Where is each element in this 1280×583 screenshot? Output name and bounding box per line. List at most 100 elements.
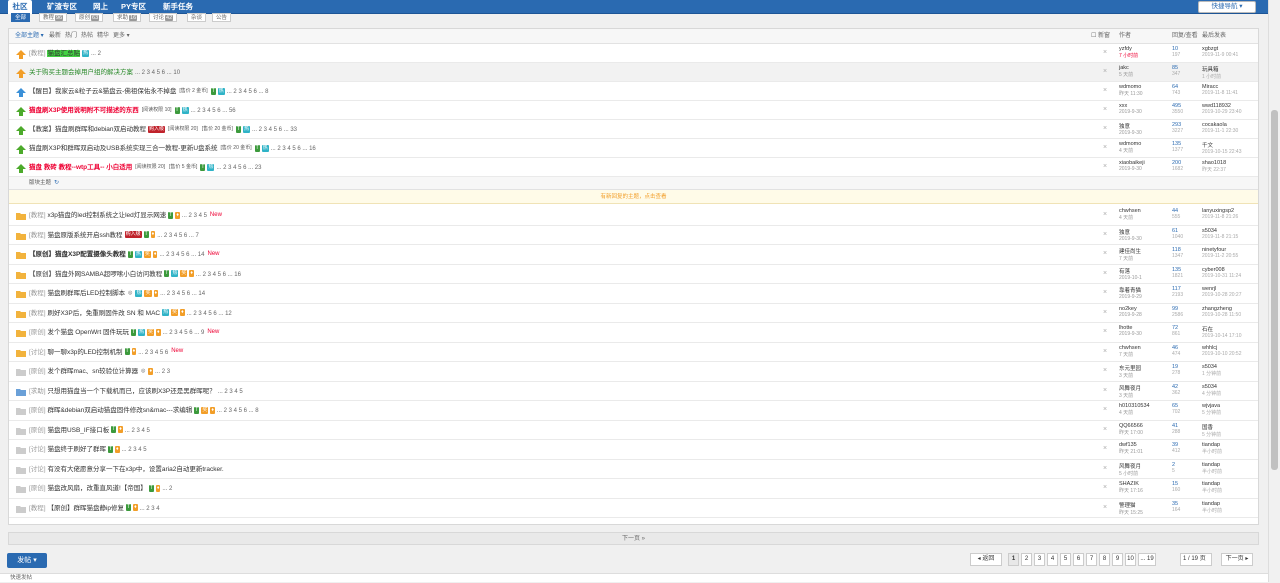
last-post-date[interactable]: 半小时前 bbox=[1202, 468, 1222, 475]
thread-title-link[interactable]: 猫盘汇总贴 bbox=[47, 50, 80, 57]
last-post-date[interactable]: 2019-10-14 17:10 bbox=[1202, 333, 1241, 339]
page-scrollbar[interactable] bbox=[1268, 0, 1280, 582]
dismiss-icon[interactable]: × bbox=[1103, 289, 1107, 296]
thread-title-link[interactable]: 发个猫盘 OpenWrt 固件玩玩 bbox=[47, 329, 129, 336]
last-post-date[interactable]: 4 分钟前 bbox=[1202, 390, 1221, 397]
thread-pages-links[interactable]: ... 2 bbox=[162, 486, 172, 492]
author-name-link[interactable]: 风舞夜月 bbox=[1119, 462, 1141, 470]
page-number-link[interactable]: 9 bbox=[1112, 553, 1123, 566]
next-page-bar[interactable]: 下一页 » bbox=[8, 532, 1259, 545]
new-window-checkbox[interactable]: ☐ 新窗 bbox=[1091, 29, 1110, 44]
nav-item-online[interactable]: 网上 bbox=[93, 0, 108, 14]
nav-item-mining[interactable]: 矿渣专区 bbox=[47, 0, 77, 14]
page-number-link[interactable]: 4 bbox=[1047, 553, 1058, 566]
last-post-date[interactable]: 2019-10-28 20:27 bbox=[1202, 292, 1241, 298]
quick-nav-button[interactable]: 快捷导航 ▾ bbox=[1198, 1, 1256, 13]
author-name-link[interactable]: 靠着青猫 bbox=[1119, 286, 1142, 294]
thread-category[interactable]: [教程] bbox=[29, 50, 46, 57]
tab-tutorial[interactable]: 教程 96 bbox=[39, 13, 68, 22]
thread-title-link[interactable]: 刷好X3P后，免重刷固件改 SN 和 MAC bbox=[47, 310, 160, 317]
thread-title-link[interactable]: 猫盘终于刷好了群晖 bbox=[47, 446, 106, 453]
page-number-link[interactable]: 5 bbox=[1060, 553, 1071, 566]
author-name-link[interactable]: 警理猫 bbox=[1119, 501, 1143, 509]
page-number-link[interactable]: 2 bbox=[1021, 553, 1032, 566]
dismiss-icon[interactable]: × bbox=[1103, 328, 1107, 335]
last-poster-link[interactable]: tiandap bbox=[1202, 501, 1222, 507]
thread-category[interactable]: [求助] bbox=[29, 388, 46, 395]
filter-hot[interactable]: 热门 bbox=[65, 29, 77, 44]
last-post-date[interactable]: 2019-10-31 11:24 bbox=[1202, 273, 1241, 279]
thread-pages-links[interactable]: ... 2 3 4 5 6 ... 8 bbox=[217, 408, 259, 414]
last-post-date[interactable]: 2019-10-28 11:50 bbox=[1202, 312, 1241, 318]
page-number-link[interactable]: 1 bbox=[1008, 553, 1019, 566]
dismiss-icon[interactable]: × bbox=[1103, 87, 1107, 94]
last-post-date[interactable]: 2019-11-8 21:15 bbox=[1202, 234, 1238, 240]
page-jump-input[interactable]: 1 / 19 页 bbox=[1180, 553, 1212, 566]
thread-title-link[interactable]: 有没有大佬愿意分享一下在x3p中，设置aria2自动更新tracker. bbox=[47, 466, 223, 473]
last-post-date[interactable]: 2019-11-2 20:55 bbox=[1202, 253, 1238, 259]
dismiss-icon[interactable]: × bbox=[1103, 465, 1107, 472]
thread-title-link[interactable]: 群晖&debian双启动猫盘固件修改sn&mac---求编辑 bbox=[47, 407, 192, 414]
thread-pages-links[interactable]: ... 2 3 4 5 6 ... 8 bbox=[227, 89, 269, 95]
thread-title-link[interactable]: 猫盘刷X3P使用说明附不可描述的东西 bbox=[29, 107, 139, 114]
dismiss-icon[interactable]: × bbox=[1103, 406, 1107, 413]
page-number-link[interactable]: 8 bbox=[1099, 553, 1110, 566]
last-poster-link[interactable]: 国香 bbox=[1202, 423, 1221, 431]
last-post-date[interactable]: 2019-11-1 22:30 bbox=[1202, 128, 1238, 134]
thread-category[interactable]: [讨论] bbox=[29, 466, 46, 473]
thread-category[interactable]: [原创] bbox=[29, 329, 46, 336]
thread-pages-links[interactable]: ... 2 3 4 5 6 ... 10 bbox=[135, 70, 180, 76]
thread-title-link[interactable]: 【原创】群晖猫盘静ip修复 bbox=[47, 505, 124, 512]
last-post-date[interactable]: 2019-10-15 22:43 bbox=[1202, 149, 1241, 155]
author-name-link[interactable]: 独意 bbox=[1119, 122, 1142, 130]
thread-title-link[interactable]: x3p猫盘的led控制系统之让led灯显示网速 bbox=[47, 212, 166, 219]
thread-title-link[interactable]: 猫盘原版系统开启ssh教程 bbox=[47, 232, 122, 239]
new-post-button[interactable]: 发帖 ▾ bbox=[7, 553, 47, 568]
tab-help[interactable]: 求助 16 bbox=[113, 13, 142, 22]
quick-post-label[interactable]: 快速发帖 bbox=[10, 575, 32, 581]
last-post-date[interactable]: 半小时前 bbox=[1202, 448, 1222, 455]
thread-pages-links[interactable]: ... 2 3 4 bbox=[140, 506, 160, 512]
last-post-date[interactable]: 5 分钟前 bbox=[1202, 409, 1221, 416]
last-poster-link[interactable]: 玩具箱 bbox=[1202, 65, 1221, 73]
page-number-link[interactable]: 10 bbox=[1125, 553, 1136, 566]
thread-pages-links[interactable]: ... 2 3 4 5 bbox=[122, 447, 147, 453]
thread-pages-links[interactable]: ... 2 3 4 5 bbox=[182, 213, 207, 219]
last-post-date[interactable]: 2019-11-8 11:41 bbox=[1202, 90, 1238, 96]
thread-title-link[interactable]: 猫盘改风扇，改重直风道!【帝国】 bbox=[47, 485, 146, 492]
nav-item-newbie[interactable]: 新手任务 bbox=[163, 0, 193, 14]
dismiss-icon[interactable]: × bbox=[1103, 504, 1107, 511]
thread-pages-links[interactable]: ... 2 3 4 5 bbox=[125, 428, 150, 434]
tab-misc[interactable]: 杂谈 bbox=[187, 13, 207, 22]
last-post-date[interactable]: 2019-11-9 00:41 bbox=[1202, 52, 1238, 58]
scrollbar-thumb[interactable] bbox=[1271, 110, 1278, 470]
last-post-date[interactable]: 2019-10-29 23:40 bbox=[1202, 109, 1241, 115]
thread-pages-links[interactable]: ... 2 3 4 5 6 ... 12 bbox=[187, 311, 232, 317]
thread-title-link[interactable]: 只想用猫盘当一个下载机而已，应该刷X3P还是黑群晖呢？ bbox=[47, 388, 215, 395]
dismiss-icon[interactable]: × bbox=[1103, 106, 1107, 113]
author-name-link[interactable]: 风舞夜月 bbox=[1119, 384, 1141, 392]
filter-digest[interactable]: 精华 bbox=[97, 29, 109, 44]
dismiss-icon[interactable]: × bbox=[1103, 125, 1107, 132]
thread-pages-links[interactable]: ... 2 3 4 5 6 ... 14 bbox=[160, 291, 205, 297]
author-name-link[interactable]: 有落 bbox=[1119, 267, 1142, 275]
last-post-date[interactable]: 1 分钟前 bbox=[1202, 370, 1221, 377]
thread-title-link[interactable]: 【醒目】我家云&粒子云&猫盘云-佛祖保佑永不掉盘 bbox=[29, 88, 176, 95]
thread-pages-links[interactable]: ... 2 3 4 5 6 ... 14 bbox=[159, 252, 204, 258]
last-poster-link[interactable]: 千文 bbox=[1202, 141, 1241, 149]
thread-title-link[interactable]: 猫盘刷X3P和群晖双启动及USB系统实现三合一教程-更新U盘系统 bbox=[29, 145, 218, 152]
last-post-date[interactable]: 2019-10-10 20:52 bbox=[1202, 351, 1241, 357]
dismiss-icon[interactable]: × bbox=[1103, 426, 1107, 433]
last-post-date[interactable]: 5 分钟前 bbox=[1202, 431, 1221, 438]
filter-hot-posts[interactable]: 热帖 bbox=[81, 29, 93, 44]
dismiss-icon[interactable]: × bbox=[1103, 309, 1107, 316]
reply-count[interactable]: 2 bbox=[1172, 462, 1175, 468]
author-name-link[interactable]: 建佳尚生 bbox=[1119, 247, 1141, 255]
thread-title-link[interactable]: 关于购买主题会掉用户组的解决方案 bbox=[29, 69, 133, 76]
dismiss-icon[interactable]: × bbox=[1103, 163, 1107, 170]
thread-pages-links[interactable]: ... 2 3 4 5 6 ... 9 bbox=[163, 330, 205, 336]
tab-notice[interactable]: 公告 bbox=[212, 13, 232, 22]
new-replies-notice[interactable]: 有新回复的主题，点击查看 bbox=[9, 190, 1258, 204]
last-post-date[interactable]: 1 小时前 bbox=[1202, 73, 1221, 80]
thread-title-link[interactable]: 猫盘用USB_IF接口板 bbox=[47, 427, 109, 434]
